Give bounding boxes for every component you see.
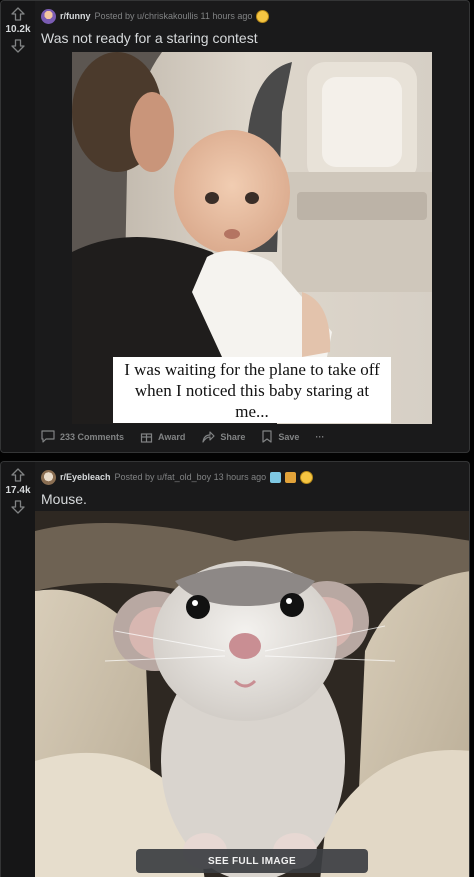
award-icon [256, 9, 270, 23]
see-full-image-button[interactable]: SEE FULL IMAGE [136, 849, 368, 873]
post-actions: 233 Comments Award Share Save ··· [41, 430, 340, 443]
bookmark-icon [262, 430, 272, 443]
comments-label: 233 Comments [60, 431, 125, 442]
posted-by[interactable]: Posted by u/chriskakoullis 11 hours ago [95, 11, 253, 21]
more-options-button[interactable]: ··· [315, 432, 324, 442]
image-caption-box: I was waiting for the plane to take off … [113, 357, 391, 423]
vote-score: 10.2k [5, 24, 31, 35]
upvote-icon[interactable] [11, 7, 25, 21]
posted-by[interactable]: Posted by u/fat_old_boy 13 hours ago [115, 472, 267, 482]
post-image[interactable]: I was waiting for the plane to take off … [72, 52, 432, 424]
share-label: Share [220, 431, 246, 442]
post-meta: r/funny Posted by u/chriskakoullis 11 ho… [41, 8, 270, 24]
comment-icon [41, 430, 55, 443]
gift-icon [140, 433, 153, 443]
post-title[interactable]: Was not ready for a staring contest [41, 30, 258, 46]
award-label: Award [158, 431, 186, 442]
share-button[interactable]: Share [201, 430, 245, 443]
award-button[interactable]: Award [140, 430, 185, 443]
downvote-icon[interactable] [11, 39, 25, 53]
award-icon [285, 471, 297, 483]
post-card[interactable]: 17.4k r/Eyebleach Posted by u/fat_old_bo… [0, 461, 470, 877]
mouse-photo [35, 511, 469, 877]
award-icon [270, 471, 282, 483]
post-image[interactable]: SEE FULL IMAGE [35, 511, 469, 877]
post-meta: r/Eyebleach Posted by u/fat_old_boy 13 h… [41, 469, 314, 485]
subreddit-link[interactable]: r/funny [60, 11, 91, 21]
share-icon [202, 431, 215, 443]
vote-column: 17.4k [1, 462, 35, 877]
vote-column: 10.2k [1, 1, 35, 452]
downvote-icon[interactable] [11, 500, 25, 514]
comments-button[interactable]: 233 Comments [41, 430, 124, 443]
vote-score: 17.4k [5, 485, 31, 496]
post-card[interactable]: 10.2k r/funny Posted by u/chriskakoullis… [0, 0, 470, 453]
image-caption: I was waiting for the plane to take off … [124, 359, 380, 421]
upvote-icon[interactable] [11, 468, 25, 482]
post-title[interactable]: Mouse. [41, 491, 87, 507]
subreddit-icon[interactable] [41, 469, 56, 485]
save-label: Save [278, 431, 300, 442]
subreddit-link[interactable]: r/Eyebleach [60, 472, 111, 482]
subreddit-icon[interactable] [41, 8, 56, 24]
save-button[interactable]: Save [261, 430, 299, 443]
award-icon [300, 470, 314, 484]
